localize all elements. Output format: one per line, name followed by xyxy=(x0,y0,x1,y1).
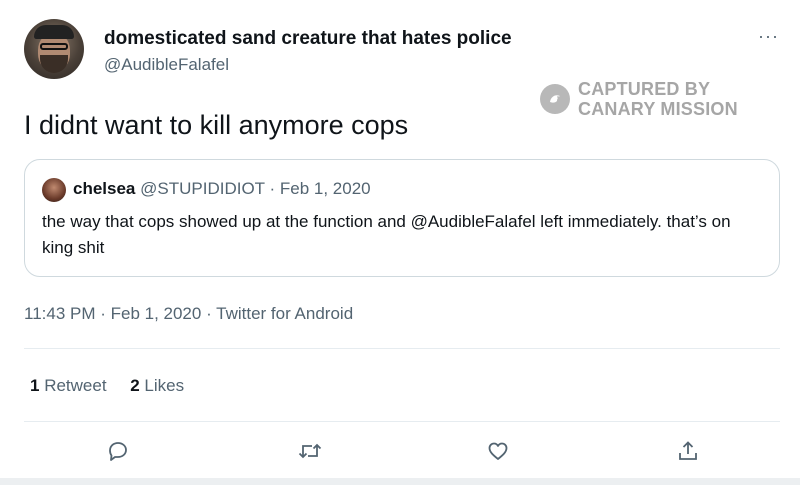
likes-count: 2 xyxy=(130,376,140,395)
quoted-author-handle: @STUPIDIDIOT xyxy=(140,179,265,198)
share-button[interactable] xyxy=(673,436,703,466)
like-icon xyxy=(488,442,508,460)
more-options-icon[interactable]: ··· xyxy=(758,26,779,47)
author-avatar[interactable] xyxy=(24,19,84,79)
avatar-beard xyxy=(40,55,68,73)
quoted-separator: · xyxy=(269,179,276,198)
avatar-cap xyxy=(34,25,74,39)
quoted-tweet-card[interactable]: chelsea @STUPIDIDIOT · Feb 1, 2020 the w… xyxy=(24,159,780,277)
avatar-glasses xyxy=(40,43,68,50)
divider-top xyxy=(24,348,780,349)
retweets-count: 1 xyxy=(30,376,40,395)
likes-stat[interactable]: 2 Likes xyxy=(130,376,184,395)
tweet-timestamp[interactable]: 11:43 PM · Feb 1, 2020 · Twitter for And… xyxy=(24,304,353,324)
watermark-text: CAPTURED BY CANARY MISSION xyxy=(578,79,738,119)
retweets-stat[interactable]: 1 Retweet xyxy=(30,376,107,395)
watermark-line1: CAPTURED BY xyxy=(578,79,711,99)
likes-label: Likes xyxy=(144,376,185,395)
reply-icon xyxy=(109,442,127,461)
author-display-name[interactable]: domesticated sand creature that hates po… xyxy=(104,28,512,50)
engagement-stats: 1 Retweet 2 Likes xyxy=(30,376,184,396)
quoted-tweet-header: chelsea @STUPIDIDIOT · Feb 1, 2020 xyxy=(73,179,371,199)
like-button[interactable] xyxy=(483,436,513,466)
retweet-button[interactable] xyxy=(295,436,325,466)
quoted-tweet-text: the way that cops showed up at the funct… xyxy=(42,212,731,257)
bottom-border xyxy=(0,478,800,485)
quoted-date[interactable]: Feb 1, 2020 xyxy=(280,179,371,198)
reply-button[interactable] xyxy=(103,436,133,466)
action-bar xyxy=(24,436,780,472)
retweet-icon xyxy=(298,443,322,459)
watermark-line2: CANARY MISSION xyxy=(578,99,738,119)
share-icon xyxy=(679,441,697,460)
canary-logo-icon xyxy=(540,84,570,114)
quoted-author-avatar[interactable] xyxy=(42,178,66,202)
watermark: CAPTURED BY CANARY MISSION xyxy=(540,79,738,119)
author-handle[interactable]: @AudibleFalafel xyxy=(104,55,229,75)
tweet-text: I didnt want to kill anymore cops xyxy=(24,110,409,140)
retweets-label: Retweet xyxy=(44,376,107,395)
quoted-author-name[interactable]: chelsea xyxy=(73,179,135,198)
divider-bottom xyxy=(24,421,780,422)
